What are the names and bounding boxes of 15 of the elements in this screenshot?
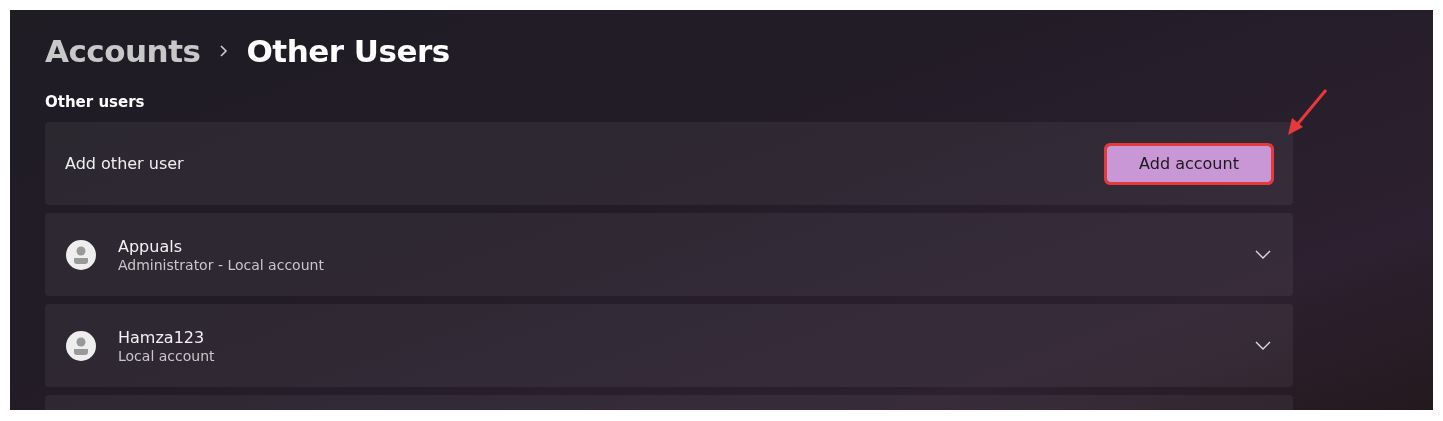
- breadcrumb-link[interactable]: Accounts: [45, 33, 201, 69]
- chevron-down-icon[interactable]: [1255, 340, 1271, 351]
- page-title: Other Users: [246, 33, 450, 69]
- account-type: Local account: [118, 347, 216, 364]
- avatar-icon: [65, 238, 97, 271]
- chevron-down-icon[interactable]: [1255, 249, 1271, 260]
- account-type: Administrator - Local account: [118, 256, 325, 273]
- setting-label: Add other user: [65, 154, 185, 173]
- user-name: Hamza123: [118, 327, 206, 347]
- avatar-icon: [65, 329, 97, 362]
- chevron-right-icon: [218, 44, 229, 58]
- add-account-button[interactable]: Add account: [1107, 145, 1271, 182]
- user-name: Appuals: [118, 236, 183, 256]
- section-title: Other users: [45, 93, 146, 111]
- annotation-arrow: [1288, 89, 1328, 135]
